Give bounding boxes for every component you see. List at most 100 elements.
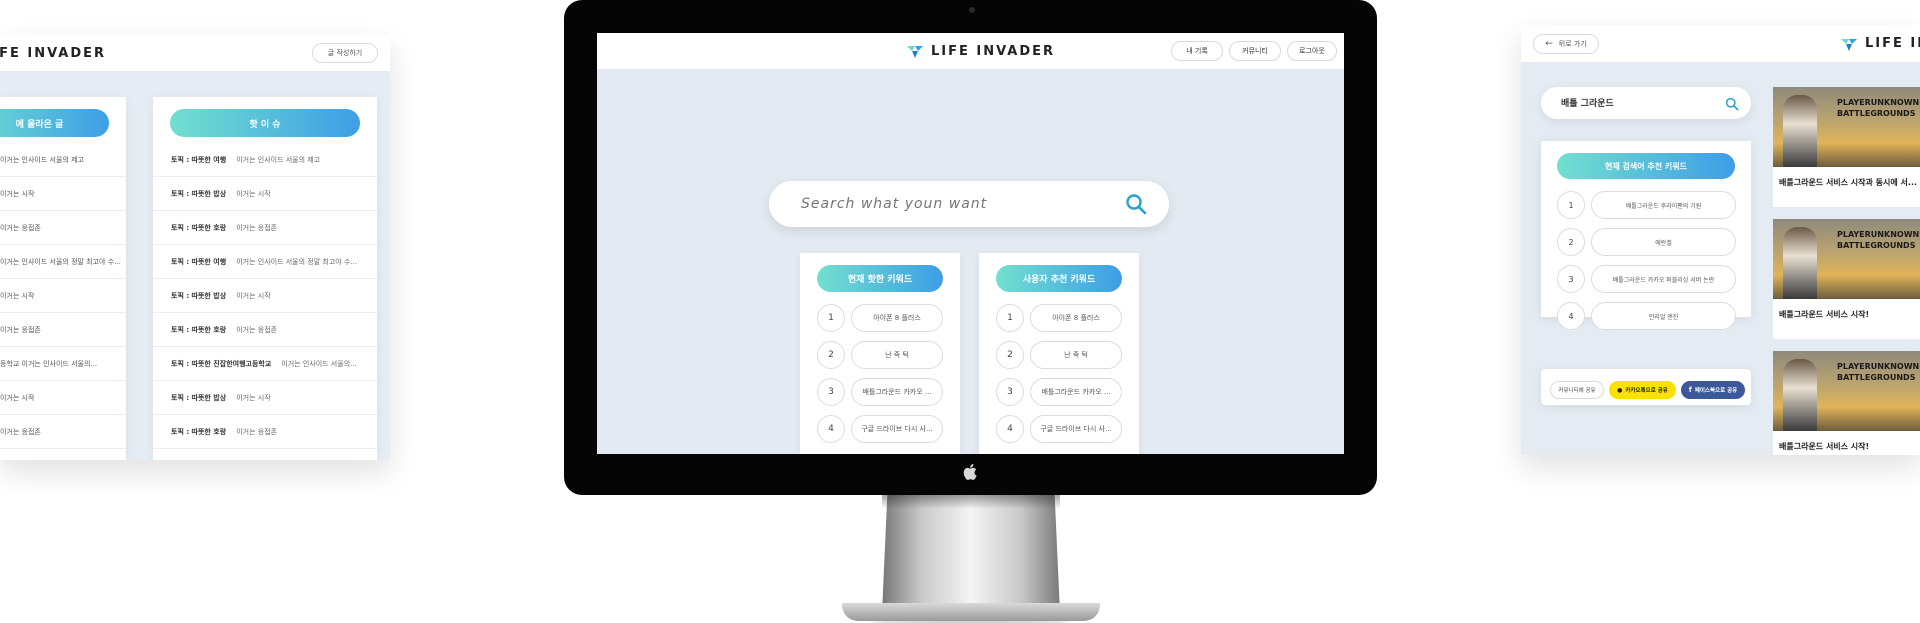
keyword-label: 구글 드라이브 다시 사... xyxy=(1030,415,1122,443)
character-figure xyxy=(1783,359,1817,431)
post-topic: 토픽 : 따뜻한 호랑 xyxy=(171,223,227,232)
post-title: 이거는 인사이드 서울의 제고 xyxy=(236,155,321,164)
post-topic: 토픽 : 따뜻한 밥상 xyxy=(171,189,227,198)
post-title: 이거는 인사이드 서울의 정말 최고야 수... xyxy=(0,257,121,266)
post-row[interactable]: 등학교 이거는 인사이드 서울의... xyxy=(0,347,126,381)
post-row[interactable]: 토픽 : 따뜻한 밥상 이거는 시작 xyxy=(153,177,377,211)
post-row[interactable]: 이거는 인사이드 서울의 제고 xyxy=(0,143,126,177)
post-row[interactable]: 이거는 시작 xyxy=(0,279,126,313)
keyword-item[interactable]: 3 배틀그라운드 카카오 ... xyxy=(800,378,960,406)
keyword-rank: 1 xyxy=(817,304,845,332)
community-button[interactable]: 커뮤니티 xyxy=(1229,41,1281,61)
post-title: 이거는 시작 xyxy=(236,393,271,402)
game-title: 배틀그라운드 서비스 시작! xyxy=(1779,310,1870,319)
keyword-item[interactable]: 2난 죽 턱 xyxy=(800,341,960,369)
post-topic: 토픽 : 따뜻한 진잡한여행고등학교 xyxy=(171,359,272,368)
post-title: 이거는 시작 xyxy=(236,291,271,300)
post-topic: 토픽 : 따뜻한 밥상 xyxy=(171,291,227,300)
keyword-item[interactable]: 4 구글 드라이브 다시 사... xyxy=(979,415,1139,443)
keyword-label: 난 죽 턱 xyxy=(851,341,943,369)
left-column-1: 에 올라온 글 이거는 인사이드 서울의 제고 이거는 시작 이거는 응접존 이거는 … xyxy=(0,97,126,460)
post-row[interactable]: 토픽 : 따뜻한 밥상 이거는 시작 xyxy=(153,279,377,313)
post-row[interactable]: 토픽 : 따뜻한 호랑 이거는 응접존 xyxy=(153,211,377,245)
game-result-card[interactable]: PLAYERUNKNOWN'S BATTLEGROUNDS 배틀그라운드 서비스 … xyxy=(1773,219,1920,339)
keyword-rank: 2 xyxy=(996,341,1024,369)
keyword-rank: 3 xyxy=(996,378,1024,406)
camera-icon xyxy=(969,7,975,13)
post-title: 이거는 인사이드 서울의... xyxy=(281,359,357,368)
post-topic: 토픽 : 따뜻한 호랑 xyxy=(171,325,227,334)
character-figure xyxy=(1783,227,1817,299)
column-2-header: 핫 이 슈 xyxy=(170,109,360,137)
game-logo-text: PLAYERUNKNOWN'S BATTLEGROUNDS xyxy=(1837,362,1920,382)
my-record-button[interactable]: 내 기록 xyxy=(1171,41,1223,61)
keyword-item[interactable]: 1 아이폰 8 플러스 xyxy=(800,304,960,332)
keyword-item[interactable]: 2난 죽 턱 xyxy=(979,341,1139,369)
post-title: 이거는 시작 xyxy=(0,189,35,198)
keyword-rank: 4 xyxy=(996,415,1024,443)
post-row[interactable]: 이거는 응접존 xyxy=(0,211,126,245)
keyword-label: 구글 드라이브 다시 사... xyxy=(851,415,943,443)
post-row[interactable]: 이거는 시작 xyxy=(0,381,126,415)
post-row[interactable]: 토픽 : 따뜻한 호랑 이거는 응접존 xyxy=(153,313,377,347)
search-bar[interactable] xyxy=(769,181,1169,227)
game-result-card[interactable]: PLAYERUNKNOWN'S BATTLEGROUNDS 배틀그라운드 서비스 … xyxy=(1773,351,1920,455)
keyword-label: 배틀그라운드 카카오 ... xyxy=(851,378,943,406)
game-title: 배틀그라운드 서비스 시작과 동시에 서... xyxy=(1779,178,1918,187)
write-post-button[interactable]: 글 작성하기 xyxy=(312,43,378,63)
keyword-label: 배틀그라운드 카카오 ... xyxy=(1030,378,1122,406)
game-logo-text: PLAYERUNKNOWN'S BATTLEGROUNDS xyxy=(1837,230,1920,250)
keyword-rank: 3 xyxy=(817,378,845,406)
post-row[interactable]: 토픽 : 따뜻한 여행 이거는 인사이드 서울의 정말 최고야 수... xyxy=(153,245,377,279)
recommended-keyword-card: 사용자 추천 키워드 1 아이폰 8 플러스 2 난 죽 턱 3 배틀그라운드 카카오 .… xyxy=(979,253,1139,454)
game-result-card[interactable]: PLAYERUNKNOWN'S BATTLEGROUNDS 배틀그라운드 서비스 … xyxy=(1773,87,1920,207)
keyword-item[interactable]: 4 구글 드라이브 다시 사... xyxy=(800,415,960,443)
keyword-item[interactable]: 3 배틀그라운드 카카오 ... xyxy=(979,378,1139,406)
right-preview-panel: ← 뒤로 가기 LIFE IN 배틀 그라운드 현재 검색어 추천 키워드 1배… xyxy=(1521,25,1920,455)
left-preview-panel: LIFE INVADER 글 작성하기 에 올라온 글 이거는 인사이드 서울의… xyxy=(0,35,390,460)
keyword-label: 난 죽 턱 xyxy=(1030,341,1122,369)
post-title: 이거는 응접존 xyxy=(236,223,278,232)
post-title: 이거는 시작 xyxy=(0,291,35,300)
post-row[interactable]: 이거는 인사이드 서울의 정말 최고야 수... xyxy=(0,245,126,279)
post-title: 등학교 이거는 인사이드 서울의... xyxy=(0,359,98,368)
post-topic: 토픽 : 따뜻한 밥상 xyxy=(171,393,227,402)
game-title: 배틀그라운드 서비스 시작! xyxy=(1779,442,1870,451)
post-title: 이거는 응접존 xyxy=(236,325,278,334)
column-1-list: 이거는 인사이드 서울의 제고 이거는 시작 이거는 응접존 이거는 인사이드 서울의… xyxy=(0,143,126,449)
logout-button[interactable]: 로그아웃 xyxy=(1287,41,1337,61)
keyword-rank: 4 xyxy=(817,415,845,443)
hot-keyword-header: 현재 핫한 키워드 xyxy=(817,265,943,292)
monitor-stand-foot xyxy=(842,603,1100,621)
left-column-2: 핫 이 슈 토픽 : 따뜻한 여행 이거는 인사이드 서울의 제고 토픽 : 따뜻한… xyxy=(153,97,377,460)
brand-title: LIFE INVADER xyxy=(0,46,107,61)
recommended-keyword-header: 사용자 추천 키워드 xyxy=(996,265,1122,292)
post-title: 이거는 응접존 xyxy=(0,427,41,436)
keyword-rank: 2 xyxy=(817,341,845,369)
post-title: 이거는 시작 xyxy=(0,393,35,402)
post-row[interactable]: 토픽 : 따뜻한 진잡한여행고등학교 이거는 인사이드 서울의... xyxy=(153,347,377,381)
post-title: 이거는 인사이드 서울의 정말 최고야 수... xyxy=(236,257,358,266)
top-nav: LIFE INVADER 내 기록 커뮤니티 로그아웃 xyxy=(597,33,1344,70)
column-1-header: 에 올라온 글 xyxy=(0,109,109,137)
keyword-label: 아이폰 8 플러스 xyxy=(851,304,943,332)
monitor-stand-neck xyxy=(882,495,1060,613)
monitor-screen: LIFE INVADER 내 기록 커뮤니티 로그아웃 현재 핫한 키워드 1아… xyxy=(597,33,1344,454)
post-title: 이거는 응접존 xyxy=(236,427,278,436)
character-figure xyxy=(1783,95,1817,167)
search-input[interactable] xyxy=(799,192,1099,216)
game-result-list: PLAYERUNKNOWN'S BATTLEGROUNDS 배틀그라운드 서비스 … xyxy=(1521,25,1920,455)
column-2-list: 토픽 : 따뜻한 여행 이거는 인사이드 서울의 제고 토픽 : 따뜻한 밥상 이거는… xyxy=(153,143,377,449)
post-row[interactable]: 토픽 : 따뜻한 여행 이거는 인사이드 서울의 제고 xyxy=(153,143,377,177)
post-topic: 토픽 : 따뜻한 호랑 xyxy=(171,427,227,436)
post-row[interactable]: 이거는 응접존 xyxy=(0,313,126,347)
post-row[interactable]: 이거는 시작 xyxy=(0,177,126,211)
search-icon[interactable] xyxy=(1125,193,1147,215)
post-row[interactable]: 토픽 : 따뜻한 호랑 이거는 응접존 xyxy=(153,415,377,449)
post-row[interactable]: 이거는 응접존 xyxy=(0,415,126,449)
post-row[interactable]: 토픽 : 따뜻한 밥상 이거는 시작 xyxy=(153,381,377,415)
game-thumbnail: PLAYERUNKNOWN'S BATTLEGROUNDS xyxy=(1773,351,1920,431)
keyword-item[interactable]: 1 아이폰 8 플러스 xyxy=(979,304,1139,332)
keyword-label: 아이폰 8 플러스 xyxy=(1030,304,1122,332)
brand-title: LIFE INVADER xyxy=(931,44,1056,59)
